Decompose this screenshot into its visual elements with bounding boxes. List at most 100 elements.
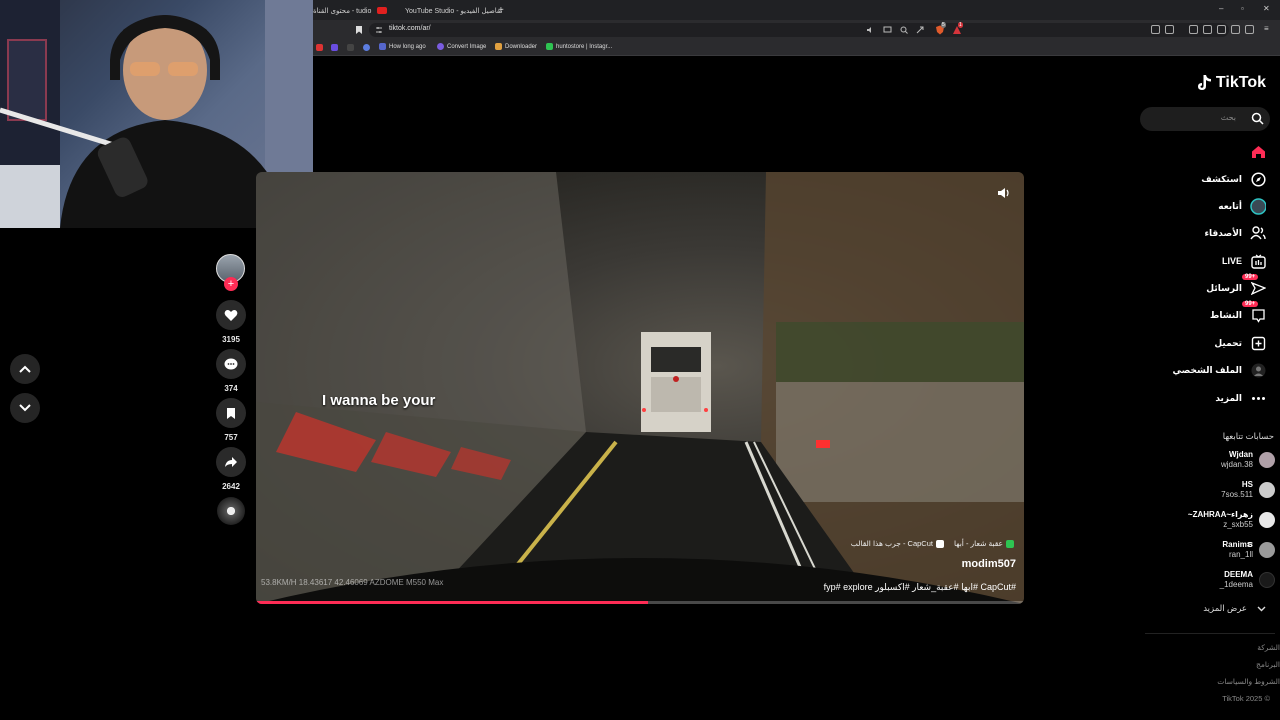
music-disc[interactable] — [217, 497, 245, 525]
account-text: Ranimຣ ran_1ll — [1222, 540, 1253, 560]
screenshot-icon[interactable] — [1165, 25, 1174, 34]
location-icon — [1006, 540, 1014, 549]
zoom-icon[interactable] — [900, 26, 908, 34]
following-account[interactable]: DEEMA _1deema — [1220, 568, 1275, 592]
tab-youtube-studio[interactable]: YouTube Studio - تفاصيل الفيديو — [377, 3, 502, 18]
bookmark-downloader[interactable]: Downloader — [495, 43, 537, 50]
media-icon[interactable] — [1189, 25, 1198, 34]
nav-explore[interactable]: استكشف — [1201, 169, 1266, 189]
following-account[interactable]: Ranimຣ ran_1ll — [1222, 538, 1275, 562]
bookmarks-bar: How long ago Convert Image Downloader hu… — [313, 40, 1280, 56]
account-username: z_sxb55 — [1223, 520, 1253, 529]
maximize-icon[interactable]: ▫ — [1241, 4, 1244, 13]
like-button[interactable] — [216, 300, 246, 330]
video-progress-bar[interactable] — [256, 601, 1024, 604]
site-info-icon[interactable] — [375, 26, 383, 34]
volume-icon[interactable] — [996, 186, 1012, 200]
bookmark-favicon[interactable] — [363, 44, 370, 51]
nav-label: LIVE — [1221, 256, 1242, 266]
nav-upload[interactable]: تحميل — [1214, 333, 1266, 353]
nav-activity[interactable]: 99+ النشاط — [1209, 301, 1266, 325]
video-author[interactable]: modim507 — [962, 558, 1016, 570]
bookmark-favicon — [437, 43, 444, 50]
bookmark-favicon[interactable] — [316, 44, 323, 51]
compass-icon — [1250, 171, 1266, 187]
alert-count-badge: 1 — [958, 22, 963, 28]
wallet-icon[interactable] — [1217, 25, 1226, 34]
bookmark-convert-image[interactable]: Convert Image — [437, 43, 486, 50]
mute-tab-icon[interactable] — [866, 26, 874, 34]
bookmark-huntostore[interactable]: huntostore | Instagr... — [546, 43, 612, 50]
live-icon — [1250, 253, 1266, 269]
nav-for-you[interactable] — [1242, 142, 1266, 162]
next-video-button[interactable] — [10, 393, 40, 423]
nav-label: المزيد — [1215, 392, 1242, 403]
url-field[interactable]: tiktok.com/ar/ 5 1 — [369, 22, 1229, 37]
tab-channel-content[interactable]: محتوى القناة - tudio — [313, 3, 371, 18]
save-button[interactable] — [216, 398, 246, 428]
bookmark-favicon[interactable] — [347, 44, 354, 51]
nav-label: تحميل — [1214, 337, 1242, 348]
tiktok-logo[interactable]: TikTok — [1197, 74, 1266, 92]
search-input[interactable]: بحث — [1221, 113, 1236, 122]
see-more-button[interactable]: عرض المزيد — [1203, 603, 1266, 614]
following-accounts-title: حسابات تتابعها — [1222, 431, 1274, 441]
vpn-icon[interactable] — [1245, 25, 1254, 34]
nav-messages[interactable]: 99+ الرسائل — [1206, 274, 1266, 298]
extensions-icon[interactable] — [1151, 25, 1160, 34]
minimize-icon[interactable]: – — [1219, 4, 1223, 13]
browser-address-bar: tiktok.com/ar/ 5 1 ≡ — [313, 20, 1280, 40]
share-button[interactable] — [216, 447, 246, 477]
shield-count-badge: 5 — [941, 22, 946, 28]
account-name: Wjdan — [1229, 450, 1253, 459]
sidebar-toggle-icon[interactable] — [1203, 25, 1212, 34]
search-box[interactable]: بحث — [1140, 107, 1270, 131]
bookmark-icon[interactable] — [355, 25, 363, 35]
nav-live[interactable]: LIVE — [1222, 251, 1266, 271]
location-tag[interactable]: عقبة شعار - أبها — [954, 539, 1014, 549]
bookmark-how-long-ago[interactable]: How long ago — [379, 43, 426, 50]
profile-avatar-icon — [1250, 362, 1266, 378]
heart-icon — [224, 309, 238, 321]
browser-tab-bar: محتوى القناة - tudio YouTube Studio - تف… — [313, 0, 1280, 20]
previous-video-button[interactable] — [10, 354, 40, 384]
effect-label: CapCut - جرب هذا القالب — [850, 539, 933, 548]
bookmark-label: How long ago — [389, 43, 426, 50]
cast-icon[interactable] — [883, 26, 892, 34]
account-text: Wjdan wjdan.38 — [1221, 450, 1253, 470]
comment-count: 374 — [224, 384, 238, 393]
close-icon[interactable]: ✕ — [1263, 4, 1270, 13]
nav-label: الأصدقاء — [1204, 227, 1242, 238]
nav-friends[interactable]: الأصدقاء — [1204, 223, 1266, 243]
account-username: _1deema — [1219, 580, 1253, 589]
footer-link-program[interactable]: البرنامج — [1256, 660, 1280, 669]
following-account[interactable]: ~ZAHRAA~زهراء z_sxb55 — [1188, 508, 1275, 532]
bookmark-label: huntostore | Instagr... — [556, 43, 613, 50]
footer-link-terms[interactable]: الشروط والسياسات — [1217, 677, 1280, 686]
search-icon[interactable] — [1251, 112, 1264, 125]
follow-button[interactable]: + — [224, 277, 238, 291]
leo-ai-icon[interactable] — [1231, 25, 1240, 34]
more-dots-icon — [1250, 390, 1266, 406]
account-username: 7sos.511 — [1221, 490, 1253, 499]
video-player[interactable]: I wanna be your عقبة شعار - أبها CapCut … — [256, 172, 1024, 604]
nav-profile[interactable]: الملف الشخصي — [1173, 360, 1266, 380]
new-tab-button[interactable]: + — [498, 3, 504, 18]
menu-icon[interactable]: ≡ — [1264, 24, 1269, 33]
effect-tag[interactable]: CapCut - جرب هذا القالب — [850, 539, 944, 549]
chevron-down-icon — [19, 404, 31, 412]
home-icon — [1250, 144, 1266, 160]
following-account[interactable]: Wjdan wjdan.38 — [1221, 448, 1275, 472]
nav-label: النشاط — [1209, 309, 1242, 320]
footer-link-company[interactable]: الشركة — [1257, 643, 1280, 652]
bookmark-save-icon — [227, 407, 235, 419]
activity-icon: 99+ — [1242, 301, 1266, 323]
nav-following[interactable]: أتابعه — [1218, 196, 1266, 216]
following-account[interactable]: HS 7sos.511 — [1221, 478, 1275, 502]
comment-button[interactable] — [216, 349, 246, 379]
share-icon[interactable] — [916, 26, 924, 34]
nav-more[interactable]: المزيد — [1215, 388, 1266, 408]
tab-label: YouTube Studio - تفاصيل الفيديو — [405, 7, 503, 15]
bookmark-favicon[interactable] — [331, 44, 338, 51]
nav-label: الرسائل — [1206, 282, 1242, 293]
